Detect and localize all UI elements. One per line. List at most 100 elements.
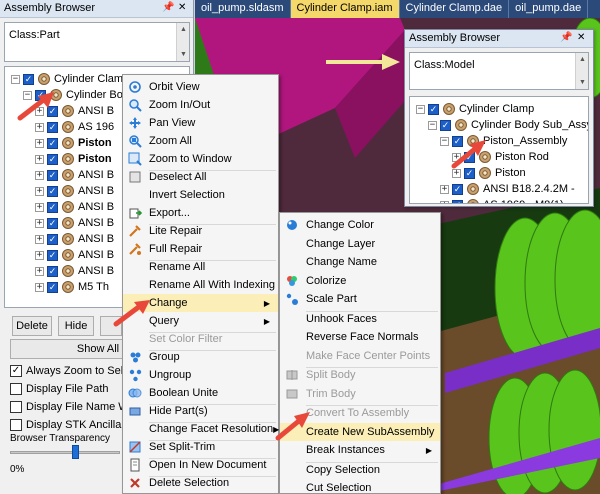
menu-item[interactable]: Delete Selection xyxy=(123,474,278,492)
visibility-checkbox[interactable]: ✓ xyxy=(428,103,439,115)
inset-scroll-down-icon[interactable]: ▼ xyxy=(576,76,589,89)
tree-item[interactable]: + ✓ M5 Th xyxy=(35,279,109,295)
menu-item[interactable]: Invert Selection xyxy=(123,186,278,204)
visibility-checkbox[interactable]: ✓ xyxy=(47,201,58,213)
tree-item[interactable]: + ✓ ANSI B xyxy=(35,183,114,199)
expand-toggle-icon[interactable]: − xyxy=(23,90,32,100)
visibility-checkbox[interactable]: ✓ xyxy=(47,265,58,277)
visibility-checkbox[interactable]: ✓ xyxy=(47,153,58,165)
inset-close-icon[interactable]: ✕ xyxy=(577,32,585,43)
visibility-checkbox[interactable]: ✓ xyxy=(452,183,463,195)
inset-scroll-up-icon[interactable]: ▲ xyxy=(576,53,589,66)
expand-toggle-icon[interactable]: + xyxy=(35,218,44,228)
menu-item[interactable]: Group xyxy=(123,348,278,366)
option-checkbox[interactable] xyxy=(10,382,22,395)
visibility-checkbox[interactable]: ✓ xyxy=(47,105,58,117)
tree-item[interactable]: + ✓ ANSI B xyxy=(35,231,114,247)
menu-item[interactable]: Deselect All xyxy=(123,168,278,186)
expand-toggle-icon[interactable]: + xyxy=(35,186,44,196)
menu-item[interactable]: Reverse Face Normals xyxy=(280,328,440,346)
pin-icon[interactable]: 📌 xyxy=(162,2,174,13)
tree-item[interactable]: +✓ AS 1969 - M8(1) xyxy=(440,197,564,203)
menu-item[interactable]: Zoom All xyxy=(123,132,278,150)
tree-item[interactable]: + ✓ ANSI B xyxy=(35,199,114,215)
menu-item[interactable]: Lite Repair xyxy=(123,222,278,240)
tree-item[interactable]: + ✓ AS 196 xyxy=(35,119,114,135)
visibility-checkbox[interactable]: ✓ xyxy=(47,249,58,261)
visibility-checkbox[interactable]: ✓ xyxy=(464,151,475,163)
expand-toggle-icon[interactable]: + xyxy=(35,122,44,132)
transparency-slider-thumb[interactable] xyxy=(72,445,79,459)
expand-toggle-icon[interactable]: + xyxy=(35,154,44,164)
expand-toggle-icon[interactable]: − xyxy=(416,104,425,114)
visibility-checkbox[interactable]: ✓ xyxy=(47,281,58,293)
menu-item[interactable]: Copy Selection xyxy=(280,461,440,479)
menu-item[interactable]: Unhook Faces xyxy=(280,310,440,328)
menu-item[interactable]: Zoom In/Out xyxy=(123,96,278,114)
menu-item[interactable]: Orbit View xyxy=(123,78,278,96)
menu-item[interactable]: Set Split-Trim xyxy=(123,438,278,456)
scroll-down-icon[interactable]: ▼ xyxy=(177,48,190,61)
class-scrollbar[interactable]: ▲ ▼ xyxy=(176,23,189,61)
menu-item[interactable]: Change Color xyxy=(280,216,440,234)
visibility-checkbox[interactable]: ✓ xyxy=(440,119,451,131)
menu-item[interactable]: Change ▶ xyxy=(123,294,278,312)
tree-item[interactable]: − ✓ Piston_Assembly xyxy=(440,133,567,149)
tree-item[interactable]: + ✓ ANSI B xyxy=(35,103,114,119)
tree-item[interactable]: + ✓ ANSI B xyxy=(35,167,114,183)
menu-item[interactable]: Cut Selection xyxy=(280,479,440,494)
visibility-checkbox[interactable]: ✓ xyxy=(47,121,58,133)
menu-item[interactable]: Change Layer xyxy=(280,235,440,253)
tree-item[interactable]: + ✓ ANSI B xyxy=(35,263,114,279)
expand-toggle-icon[interactable]: + xyxy=(452,152,461,162)
tree-item[interactable]: + ✓ Piston Rod xyxy=(452,149,549,165)
expand-toggle-icon[interactable]: + xyxy=(35,282,44,292)
option-checkbox[interactable] xyxy=(10,418,22,431)
visibility-checkbox[interactable]: ✓ xyxy=(23,73,34,85)
document-tab[interactable]: Cylinder Clamp.dae xyxy=(400,0,510,18)
expand-toggle-icon[interactable]: + xyxy=(440,200,449,203)
menu-item[interactable]: Change Name xyxy=(280,253,440,271)
tree-item[interactable]: + ✓ ANSI B18.2.4.2M - xyxy=(440,181,575,197)
expand-toggle-icon[interactable]: + xyxy=(452,168,461,178)
hide-button[interactable]: Hide xyxy=(58,316,94,336)
menu-item[interactable]: Query ▶ xyxy=(123,312,278,330)
expand-toggle-icon[interactable]: + xyxy=(35,170,44,180)
menu-item[interactable]: Break Instances ▶ xyxy=(280,441,440,459)
menu-item[interactable]: Rename All xyxy=(123,258,278,276)
delete-button[interactable]: Delete xyxy=(12,316,52,336)
menu-item[interactable]: Export... xyxy=(123,204,278,222)
menu-item[interactable]: Scale Part xyxy=(280,290,440,308)
visibility-checkbox[interactable]: ✓ xyxy=(47,137,58,149)
visibility-checkbox[interactable]: ✓ xyxy=(35,89,46,101)
expand-toggle-icon[interactable]: − xyxy=(11,74,20,84)
tree-item[interactable]: + ✓ Piston xyxy=(452,165,526,181)
tree-item[interactable]: − ✓ Cylinder Bo xyxy=(23,87,123,103)
visibility-checkbox[interactable]: ✓ xyxy=(452,135,463,147)
menu-item[interactable]: Pan View xyxy=(123,114,278,132)
document-tab[interactable]: oil_pump.dae xyxy=(509,0,589,18)
expand-toggle-icon[interactable]: − xyxy=(440,136,449,146)
expand-toggle-icon[interactable]: + xyxy=(35,234,44,244)
visibility-checkbox[interactable]: ✓ xyxy=(47,217,58,229)
inset-pin-icon[interactable]: 📌 xyxy=(560,32,572,43)
tree-item[interactable]: + ✓ Piston xyxy=(35,135,112,151)
expand-toggle-icon[interactable]: + xyxy=(35,250,44,260)
expand-toggle-icon[interactable]: − xyxy=(428,120,437,130)
option-checkbox[interactable] xyxy=(10,400,22,413)
scroll-up-icon[interactable]: ▲ xyxy=(177,23,190,36)
tree-item[interactable]: − ✓ Cylinder Clamp xyxy=(11,71,129,87)
menu-item[interactable]: Boolean Unite xyxy=(123,384,278,402)
close-icon[interactable]: ✕ xyxy=(178,2,186,13)
visibility-checkbox[interactable]: ✓ xyxy=(47,233,58,245)
visibility-checkbox[interactable]: ✓ xyxy=(464,167,475,179)
inset-class-scrollbar[interactable]: ▲ ▼ xyxy=(575,53,588,89)
visibility-checkbox[interactable]: ✓ xyxy=(452,199,463,203)
menu-item[interactable]: Ungroup xyxy=(123,366,278,384)
document-tab[interactable]: Cylinder Clamp.iam xyxy=(290,0,400,18)
menu-item[interactable]: Zoom to Window xyxy=(123,150,278,168)
tree-item[interactable]: + ✓ ANSI B xyxy=(35,215,114,231)
menu-item[interactable]: Full Repair xyxy=(123,240,278,258)
tree-item[interactable]: + ✓ Piston xyxy=(35,151,112,167)
expand-toggle-icon[interactable]: + xyxy=(35,138,44,148)
